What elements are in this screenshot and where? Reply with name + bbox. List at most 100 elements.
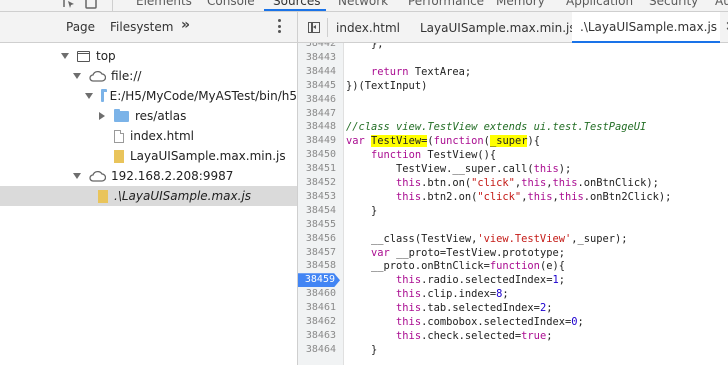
editor-tab-label: .\LayaUISample.max.js — [580, 19, 718, 34]
tree-item-index-html[interactable]: index.html — [0, 126, 297, 146]
tab-audits[interactable]: Au — [715, 0, 728, 8]
inspect-element-icon[interactable] — [62, 0, 76, 9]
code-line: 38453 this.btn2.on("click",this,this.onB… — [298, 190, 728, 204]
line-number[interactable]: 38462 — [298, 315, 336, 329]
navigator-tabs: Page Filesystem » — [0, 12, 297, 43]
code-line: 38444 return TextArea; — [298, 65, 728, 79]
code-line: 38442 }; — [298, 43, 728, 51]
tree-item-label: top — [96, 49, 116, 63]
code-text: } — [346, 343, 378, 356]
tree-item-folder-atlas[interactable]: res/atlas — [0, 106, 297, 126]
code-line: 38452 this.btn.on("click",this,this.onBt… — [298, 176, 728, 190]
code-text: return TextArea; — [371, 65, 472, 78]
tab-console[interactable]: Console — [207, 0, 255, 8]
tab-security[interactable]: Security — [649, 0, 698, 8]
tab-memory[interactable]: Memory — [496, 0, 545, 8]
code-text: TestView.__super.call(this); — [346, 163, 572, 176]
code-line: 38456 __class(TestView,'view.TestView',_… — [298, 232, 728, 246]
tree-item-max-js[interactable]: .\LayaUISample.max.js — [0, 186, 297, 206]
tree-item-folder-h5[interactable]: E:/H5/MyCode/MyASTest/bin/h5 — [0, 86, 297, 106]
line-number[interactable]: 38458 — [298, 259, 336, 273]
line-number[interactable]: 38446 — [298, 93, 336, 107]
code-text: }; — [346, 43, 384, 50]
expand-arrow-icon[interactable] — [85, 93, 93, 99]
code-line: 38454 } — [298, 204, 728, 218]
tab-page[interactable]: Page — [66, 20, 95, 34]
sources-navigator: Page Filesystem » top file:// E:/H5/MyCo… — [0, 12, 298, 365]
toolbar-divider — [112, 0, 113, 11]
frame-icon — [77, 50, 90, 62]
devtools-toolbar: Elements Console Sources Network Perform… — [0, 0, 728, 12]
code-text: this.btn.on("click",this,this.onBtnClick… — [396, 177, 659, 189]
line-number[interactable]: 38447 — [298, 107, 336, 121]
folder-icon — [101, 88, 107, 102]
line-number[interactable]: 38445 — [298, 79, 336, 93]
tab-application[interactable]: Application — [566, 0, 633, 8]
code-view[interactable]: 38442 }; 38443 38444 return TextArea; 38445… — [298, 43, 728, 365]
js-file-icon — [98, 189, 108, 203]
code-text: //class view.TestView extends ui.test.Te… — [346, 121, 647, 134]
expand-arrow-icon[interactable] — [73, 173, 81, 179]
tree-item-label: E:/H5/MyCode/MyASTest/bin/h5 — [109, 89, 297, 103]
tree-item-remote-origin[interactable]: 192.168.2.208:9987 — [0, 166, 297, 186]
tab-elements[interactable]: Elements — [136, 0, 192, 8]
line-number[interactable]: 38454 — [298, 204, 336, 218]
tree-item-file-origin[interactable]: file:// — [0, 66, 297, 86]
code-text: __class(TestView,'view.TestView',_super)… — [346, 232, 628, 245]
code-text: })(TextInput) — [346, 79, 428, 92]
code-line: 38449 var TestView=(function(_super){ — [298, 134, 728, 148]
line-number[interactable]: 38464 — [298, 343, 336, 357]
tab-performance[interactable]: Performance — [408, 0, 484, 8]
line-number[interactable]: 38463 — [298, 329, 336, 343]
line-number[interactable]: 38448 — [298, 120, 336, 134]
tab-sources[interactable]: Sources — [273, 0, 320, 8]
tree-item-label: res/atlas — [135, 109, 187, 123]
code-line: 38443 — [298, 51, 728, 65]
device-toolbar-icon[interactable] — [84, 0, 98, 9]
tree-item-label: LayaUISample.max.min.js — [130, 149, 286, 163]
code-line: 38455 — [298, 218, 728, 232]
line-number[interactable]: 38451 — [298, 162, 336, 176]
tree-item-label: file:// — [111, 69, 142, 83]
breakpoint-marker[interactable]: 38459 — [298, 273, 340, 288]
cloud-icon — [89, 71, 106, 82]
more-tabs-button[interactable]: » — [181, 17, 190, 33]
line-number[interactable]: 38444 — [298, 65, 336, 79]
editor-tab-label: LayaUISample.max.min.js — [420, 20, 576, 35]
code-line: 38451 TestView.__super.call(this); — [298, 162, 728, 176]
expand-arrow-icon[interactable] — [73, 73, 81, 79]
tree-item-min-js[interactable]: LayaUISample.max.min.js — [0, 146, 297, 166]
toggle-navigator-icon[interactable] — [308, 22, 320, 33]
editor-tab-min-js[interactable]: LayaUISample.max.min.js — [420, 12, 576, 43]
editor-tab-index-html[interactable]: index.html — [335, 12, 400, 43]
line-number[interactable]: 38456 — [298, 232, 336, 246]
line-number[interactable]: 38450 — [298, 148, 336, 162]
line-number[interactable]: 38452 — [298, 176, 336, 190]
line-number[interactable]: 38443 — [298, 51, 336, 65]
code-line: 38446 — [298, 93, 728, 107]
line-number[interactable]: 38461 — [298, 301, 336, 315]
tree-item-label: 192.168.2.208:9987 — [111, 169, 234, 183]
code-text: this.radio.selectedIndex=1; — [396, 274, 565, 287]
expand-arrow-icon[interactable] — [61, 53, 69, 59]
tab-filesystem[interactable]: Filesystem — [110, 20, 173, 34]
collapse-arrow-icon[interactable] — [99, 112, 105, 120]
line-number[interactable]: 38449 — [298, 134, 336, 148]
file-icon — [114, 129, 124, 143]
line-number[interactable]: 38455 — [298, 218, 336, 232]
navigator-menu-icon[interactable] — [277, 19, 281, 33]
divider — [327, 18, 328, 37]
line-number[interactable]: 38442 — [298, 43, 336, 51]
code-line: 38463 this.check.selected=true; — [298, 329, 728, 343]
line-number[interactable]: 38460 — [298, 287, 336, 301]
code-line: 38445 })(TextInput) — [298, 79, 728, 93]
tab-network[interactable]: Network — [338, 0, 388, 8]
tree-item-label: .\LayaUISample.max.js — [114, 189, 252, 203]
code-text: this.clip.index=8; — [396, 288, 509, 301]
line-number[interactable]: 38453 — [298, 190, 336, 204]
editor-tab-max-js[interactable]: .\LayaUISample.max.js × — [572, 12, 728, 43]
js-file-icon — [114, 149, 124, 163]
tree-item-top[interactable]: top — [0, 46, 297, 66]
line-number[interactable]: 38457 — [298, 246, 336, 260]
code-text: this.check.selected=true; — [396, 329, 553, 342]
